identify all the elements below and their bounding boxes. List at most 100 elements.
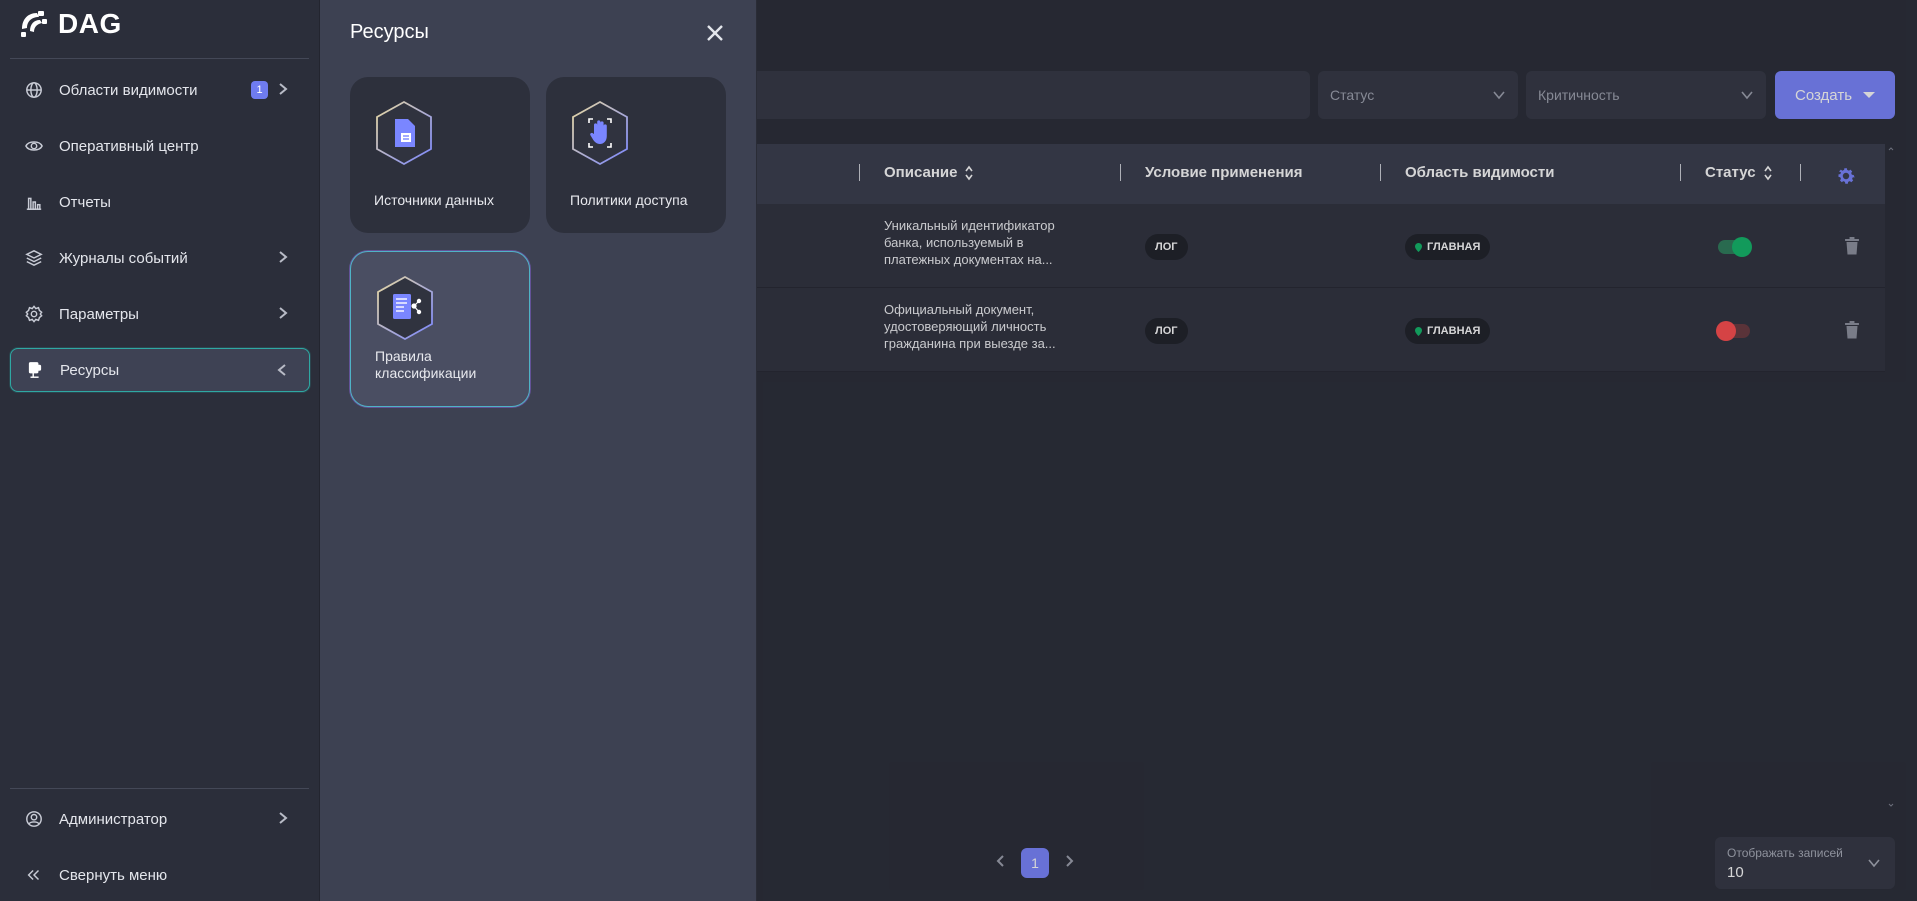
column-separator [859, 164, 860, 181]
sidebar: DAG Области видимости 1 Оперативный цент… [0, 0, 320, 901]
count-badge: 1 [251, 81, 268, 99]
sidebar-item-label: Отчеты [59, 193, 111, 211]
sidebar-item-label: Области видимости [59, 81, 198, 99]
column-separator [1680, 164, 1681, 181]
sidebar-item-label: Ресурсы [60, 361, 120, 379]
toggle-knob [1732, 237, 1752, 257]
close-icon[interactable] [705, 23, 725, 43]
column-header-status[interactable]: Статус [1705, 164, 1772, 181]
description-line: удостоверяющий личность [884, 319, 1047, 334]
chevron-down-icon [1492, 88, 1506, 105]
resources-icon [25, 360, 45, 380]
eye-icon [24, 136, 44, 156]
column-separator [1800, 164, 1801, 181]
logo-icon [21, 11, 47, 37]
logo[interactable]: DAG [18, 8, 122, 40]
collapse-menu-button[interactable]: Свернуть меню [10, 853, 310, 897]
criticality-filter[interactable]: Критичность [1526, 71, 1766, 119]
globe-icon [24, 80, 44, 100]
sort-icon[interactable] [965, 165, 974, 181]
card-data-sources[interactable]: Источники данных [350, 77, 530, 233]
sidebar-item-label: Оперативный центр [59, 137, 199, 155]
sidebar-item-reports[interactable]: Отчеты [10, 180, 310, 224]
create-button[interactable]: Создать [1775, 71, 1895, 119]
column-header-scope: Область видимости [1405, 164, 1554, 181]
sidebar-divider [10, 788, 309, 789]
records-per-page-select[interactable]: Отображать записей 10 [1715, 837, 1895, 889]
records-per-page-value: 10 [1727, 864, 1744, 881]
hand-stop-icon [572, 100, 628, 166]
scope-badge: ГЛАВНАЯ [1405, 234, 1491, 260]
list-share-icon [377, 275, 433, 341]
condition-label: ЛОГ [1155, 325, 1178, 337]
status-filter[interactable]: Статус [1318, 71, 1518, 119]
bar-chart-icon [24, 192, 44, 212]
delete-trash-icon[interactable] [1844, 237, 1860, 255]
chevron-right-icon [276, 306, 292, 322]
sidebar-item-parameters[interactable]: Параметры [10, 292, 310, 336]
delete-trash-icon[interactable] [1844, 321, 1860, 339]
scope-label: ГЛАВНАЯ [1427, 241, 1481, 253]
table-settings-gear-icon[interactable] [1835, 165, 1857, 187]
column-label: Условие применения [1145, 164, 1303, 181]
status-toggle-on[interactable] [1718, 237, 1752, 257]
card-access-policies[interactable]: Политики доступа [546, 77, 726, 233]
sidebar-item-resources[interactable]: Ресурсы [10, 348, 310, 392]
condition-badge: ЛОГ [1145, 234, 1188, 260]
column-separator [1380, 164, 1381, 181]
column-label: Статус [1705, 164, 1756, 181]
chevron-down-icon [1867, 856, 1881, 875]
chevron-left-icon[interactable] [995, 854, 1007, 873]
card-label: Источники данных [374, 192, 494, 208]
card-label: Правила классификации [375, 348, 477, 381]
resources-flyout: Ресурсы Источники данных Политики доступ… [320, 0, 757, 901]
chevron-down-icon [1740, 88, 1754, 105]
sidebar-item-visibility-areas[interactable]: Области видимости 1 [10, 68, 310, 112]
sidebar-item-label: Параметры [59, 305, 139, 323]
layers-icon [24, 248, 44, 268]
status-toggle-off[interactable] [1716, 321, 1750, 341]
toggle-knob [1716, 321, 1736, 341]
column-separator [1120, 164, 1121, 181]
gear-icon [24, 304, 44, 324]
row-description: Уникальный идентификатор банка, использу… [884, 217, 1084, 268]
card-label: Политики доступа [570, 192, 688, 208]
flyout-title: Ресурсы [350, 21, 429, 43]
page-button[interactable]: 1 [1021, 848, 1049, 878]
column-header-description[interactable]: Описание [884, 164, 974, 181]
condition-badge: ЛОГ [1145, 318, 1188, 344]
sidebar-item-event-logs[interactable]: Журналы событий [10, 236, 310, 280]
sidebar-item-operations-center[interactable]: Оперативный центр [10, 124, 310, 168]
document-file-icon [376, 100, 432, 166]
scope-badge: ГЛАВНАЯ [1405, 318, 1491, 344]
description-line: Уникальный идентификатор [884, 218, 1055, 233]
chevron-right-icon [276, 250, 292, 266]
column-label: Описание [884, 164, 958, 181]
app-name: DAG [58, 8, 122, 39]
pagination: 1 [995, 848, 1075, 878]
sidebar-item-administrator[interactable]: Администратор [10, 797, 310, 841]
sidebar-item-label: Администратор [59, 810, 168, 828]
criticality-filter-label: Критичность [1538, 87, 1620, 103]
sidebar-item-label: Свернуть меню [59, 866, 168, 884]
description-line: платежных документах на... [884, 252, 1053, 267]
double-chevron-left-icon [24, 865, 44, 885]
scroll-up-icon[interactable] [1888, 146, 1894, 152]
scroll-down-icon[interactable] [1888, 802, 1894, 808]
description-line: Официальный документ, [884, 302, 1035, 317]
chevron-right-icon [276, 82, 292, 98]
column-header-condition: Условие применения [1145, 164, 1303, 181]
sort-icon[interactable] [1763, 165, 1772, 181]
card-classification-rules[interactable]: Правила классификации [350, 251, 530, 407]
scope-label: ГЛАВНАЯ [1427, 325, 1481, 337]
user-icon [24, 809, 44, 829]
location-pin-icon [1415, 326, 1422, 336]
sidebar-divider [10, 58, 309, 59]
description-line: банка, используемый в [884, 235, 1024, 250]
chevron-right-icon[interactable] [1063, 854, 1075, 873]
description-line: гражданина при выезде за... [884, 336, 1056, 351]
chevron-left-icon [275, 363, 291, 379]
create-button-label: Создать [1795, 86, 1853, 104]
sidebar-item-label: Журналы событий [59, 249, 188, 267]
records-per-page-label: Отображать записей [1727, 846, 1843, 860]
